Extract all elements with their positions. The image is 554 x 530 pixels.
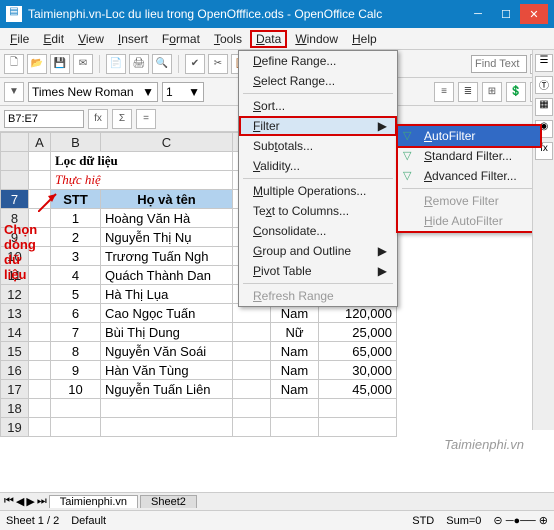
- minimize-button[interactable]: ─: [464, 4, 492, 24]
- row-18[interactable]: 18: [1, 399, 29, 418]
- spell-button[interactable]: ✔: [185, 54, 205, 74]
- menu-sort[interactable]: Sort...: [239, 96, 397, 116]
- merge-button[interactable]: ⊞: [482, 82, 502, 102]
- align-justify-button[interactable]: ≣: [458, 82, 478, 102]
- font-name-select[interactable]: Times New Roman ▼: [28, 82, 158, 102]
- menubar: File Edit View Insert Format Tools Data …: [0, 28, 554, 50]
- data-menu-dropdown: Define Range... Select Range... Sort... …: [238, 50, 398, 307]
- filter-icon: ▽: [403, 129, 417, 143]
- menu-file[interactable]: File: [4, 30, 35, 48]
- tab-nav-last[interactable]: ⏭: [37, 495, 47, 508]
- submenu-remove-filter: Remove Filter: [398, 191, 540, 211]
- col-b[interactable]: B: [51, 133, 101, 152]
- find-input[interactable]: [471, 55, 527, 73]
- row-19[interactable]: 19: [1, 418, 29, 437]
- row-13[interactable]: 13: [1, 304, 29, 323]
- preview-button[interactable]: 🔍: [152, 54, 172, 74]
- menu-consolidate[interactable]: Consolidate...: [239, 221, 397, 241]
- currency-button[interactable]: 💲: [506, 82, 526, 102]
- submenu-hide-autofilter: Hide AutoFilter: [398, 211, 540, 231]
- open-button[interactable]: 📂: [27, 54, 47, 74]
- header-stt[interactable]: STT: [51, 190, 101, 209]
- app-icon: ▤: [6, 6, 22, 22]
- pdf-button[interactable]: 📄: [106, 54, 126, 74]
- name-box[interactable]: B7:E7: [4, 110, 84, 128]
- close-button[interactable]: ✕: [520, 4, 548, 24]
- titlebar: ▤ Taimienphi.vn-Loc du lieu trong OpenOf…: [0, 0, 554, 28]
- row-16[interactable]: 16: [1, 361, 29, 380]
- sidepanel-properties[interactable]: ☰: [535, 54, 553, 72]
- status-zoom[interactable]: ⊝ ─●── ⊕: [493, 514, 548, 527]
- menu-group-outline[interactable]: Group and Outline▶: [239, 241, 397, 261]
- menu-insert[interactable]: Insert: [112, 30, 154, 48]
- header-name[interactable]: Họ và tên: [101, 190, 233, 209]
- side-panel: ☰ Ⓣ ▦ ◉ fx: [532, 50, 554, 430]
- menu-define-range[interactable]: Define Range...: [239, 51, 397, 71]
- filter-submenu: ▽AutoFilter ▽Standard Filter... ▽Advance…: [396, 124, 542, 233]
- row-14[interactable]: 14: [1, 323, 29, 342]
- row-7[interactable]: 7: [1, 190, 29, 209]
- menu-refresh-range: Refresh Range: [239, 286, 397, 306]
- col-c[interactable]: C: [101, 133, 233, 152]
- menu-multiple-ops[interactable]: Multiple Operations...: [239, 181, 397, 201]
- sheet-tab-2[interactable]: Sheet2: [140, 495, 197, 508]
- cut-button[interactable]: ✂: [208, 54, 228, 74]
- menu-filter[interactable]: Filter▶: [239, 116, 397, 136]
- menu-tools[interactable]: Tools: [208, 30, 248, 48]
- row-9[interactable]: 9: [1, 228, 29, 247]
- status-ins: STD: [412, 515, 434, 527]
- row-15[interactable]: 15: [1, 342, 29, 361]
- status-sheet: Sheet 1 / 2: [6, 515, 59, 527]
- menu-pivot-table[interactable]: Pivot Table▶: [239, 261, 397, 281]
- menu-validity[interactable]: Validity...: [239, 156, 397, 176]
- sheet-tabs: ⏮ ◀ ▶ ⏭ Taimienphi.vn Sheet2: [0, 492, 554, 510]
- status-sum: Sum=0: [446, 515, 481, 527]
- save-button[interactable]: 💾: [50, 54, 70, 74]
- print-button[interactable]: 🖨: [129, 54, 149, 74]
- subtitle-cell[interactable]: Thực hiệ: [51, 171, 233, 190]
- font-size-select[interactable]: 1 ▼: [162, 82, 204, 102]
- equals-button[interactable]: =: [136, 109, 156, 129]
- status-style: Default: [71, 515, 106, 527]
- style-button[interactable]: ▼: [4, 82, 24, 102]
- filter-icon: ▽: [403, 149, 417, 163]
- corner-cell[interactable]: [1, 133, 29, 152]
- submenu-autofilter[interactable]: ▽AutoFilter: [396, 124, 542, 148]
- col-a[interactable]: A: [29, 133, 51, 152]
- maximize-button[interactable]: ☐: [492, 4, 520, 24]
- title-cell[interactable]: Lọc dữ liệu: [51, 152, 233, 171]
- sheet-tab-1[interactable]: Taimienphi.vn: [49, 495, 138, 508]
- menu-format[interactable]: Format: [156, 30, 206, 48]
- align-right-button[interactable]: ≡: [434, 82, 454, 102]
- tab-nav-next[interactable]: ▶: [26, 495, 34, 508]
- window-title: Taimienphi.vn-Loc du lieu trong OpenOfff…: [28, 7, 464, 21]
- row-8[interactable]: 8: [1, 209, 29, 228]
- menu-edit[interactable]: Edit: [37, 30, 70, 48]
- tab-nav-prev[interactable]: ◀: [16, 495, 24, 508]
- row-11[interactable]: 11: [1, 266, 29, 285]
- menu-help[interactable]: Help: [346, 30, 383, 48]
- row-17[interactable]: 17: [1, 380, 29, 399]
- row-10[interactable]: 10: [1, 247, 29, 266]
- sum-button[interactable]: Σ: [112, 109, 132, 129]
- watermark: Taimienphi.vn: [444, 437, 524, 452]
- submenu-advanced-filter[interactable]: ▽Advanced Filter...: [398, 166, 540, 186]
- status-bar: Sheet 1 / 2 Default STD Sum=0 ⊝ ─●── ⊕: [0, 510, 554, 530]
- submenu-standard-filter[interactable]: ▽Standard Filter...: [398, 146, 540, 166]
- menu-subtotals[interactable]: Subtotals...: [239, 136, 397, 156]
- sidepanel-gallery[interactable]: ▦: [535, 98, 553, 116]
- menu-window[interactable]: Window: [289, 30, 344, 48]
- filter-icon: ▽: [403, 169, 417, 183]
- menu-select-range[interactable]: Select Range...: [239, 71, 397, 91]
- row-12[interactable]: 12: [1, 285, 29, 304]
- tab-nav-first[interactable]: ⏮: [4, 495, 14, 508]
- menu-data[interactable]: Data: [250, 30, 287, 48]
- new-button[interactable]: 🗋: [4, 54, 24, 74]
- menu-view[interactable]: View: [72, 30, 110, 48]
- email-button[interactable]: ✉: [73, 54, 93, 74]
- fx-button[interactable]: fx: [88, 109, 108, 129]
- sidepanel-styles[interactable]: Ⓣ: [535, 76, 553, 94]
- menu-text-to-columns[interactable]: Text to Columns...: [239, 201, 397, 221]
